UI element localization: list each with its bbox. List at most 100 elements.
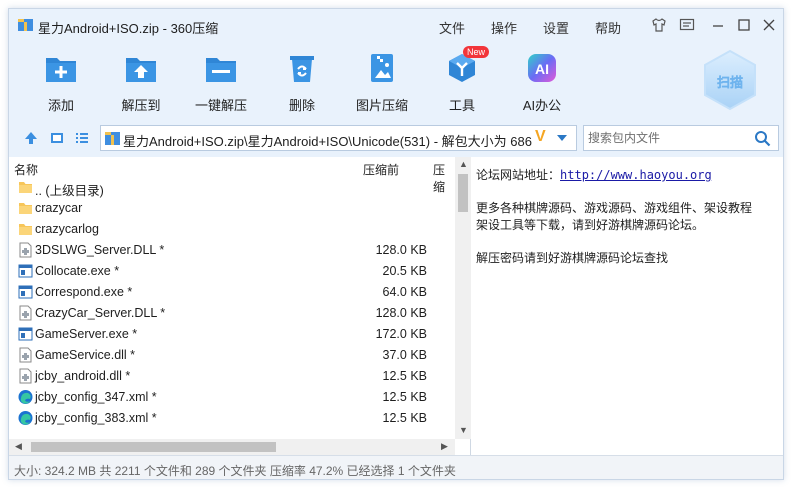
one-click-extract-label: 一键解压 bbox=[194, 98, 247, 113]
delete-icon bbox=[290, 56, 314, 82]
file-name: jcby_config_347.xml * bbox=[35, 390, 157, 404]
file-size: 12.5 KB bbox=[382, 390, 427, 404]
file-name: 3DSLWG_Server.DLL * bbox=[35, 243, 165, 257]
dll-file-icon bbox=[18, 368, 33, 384]
scroll-up-icon[interactable]: ▲ bbox=[459, 159, 468, 169]
delete-button[interactable]: 删除 bbox=[267, 47, 337, 113]
scan-button[interactable]: 扫描 bbox=[699, 47, 761, 117]
ai-office-label: AI办公 bbox=[522, 98, 562, 113]
extract-to-icon bbox=[126, 58, 156, 82]
add-icon bbox=[46, 58, 76, 82]
add-button[interactable]: 添加 bbox=[26, 47, 96, 113]
file-size: 128.0 KB bbox=[375, 243, 427, 257]
file-name: Correspond.exe * bbox=[35, 285, 133, 299]
horizontal-scroll-thumb[interactable] bbox=[31, 442, 276, 452]
file-name: Collocate.exe * bbox=[35, 264, 120, 278]
scroll-right-icon[interactable]: ▶ bbox=[441, 441, 448, 452]
new-badge: New bbox=[463, 46, 490, 58]
column-header: 名称 压缩前 压缩 bbox=[9, 157, 455, 194]
thumbnail-view-icon[interactable] bbox=[50, 131, 64, 145]
exe-file-icon bbox=[18, 263, 33, 279]
file-name: .. (上级目录) bbox=[35, 184, 104, 198]
add-label: 添加 bbox=[47, 98, 74, 113]
search-input[interactable] bbox=[588, 129, 748, 147]
file-name: GameServer.exe * bbox=[35, 327, 138, 341]
ai-office-button[interactable]: AI AI办公 bbox=[507, 47, 577, 113]
path-text: 星力Android+ISO.zip\星力Android+ISO\Unicode(… bbox=[123, 134, 532, 149]
dll-file-icon bbox=[18, 242, 33, 258]
vertical-scroll-thumb[interactable] bbox=[458, 174, 468, 212]
scroll-left-icon[interactable]: ◀ bbox=[15, 441, 22, 452]
search-box[interactable] bbox=[583, 125, 779, 151]
column-size[interactable]: 压缩前 bbox=[363, 161, 399, 178]
file-size: 37.0 KB bbox=[382, 348, 427, 362]
status-bar: 大小: 324.2 MB 共 2211 个文件和 289 个文件夹 压缩率 47… bbox=[9, 455, 783, 479]
file-row[interactable]: jcby_config_383.xml * 12.5 KB bbox=[9, 408, 455, 429]
exe-file-icon bbox=[18, 284, 33, 300]
file-name: jcby_config_383.xml * bbox=[35, 411, 157, 425]
file-row[interactable]: jcby_config_347.xml * 12.5 KB bbox=[9, 387, 455, 408]
message-icon[interactable] bbox=[679, 17, 695, 33]
file-size: 64.0 KB bbox=[382, 285, 427, 299]
comment-line-password: 解压密码请到好游棋牌源码论坛查找 bbox=[476, 251, 669, 265]
file-row[interactable]: crazycarlog bbox=[9, 219, 455, 240]
path-field[interactable]: 星力Android+ISO.zip\星力Android+ISO\Unicode(… bbox=[100, 125, 577, 151]
zip-archive-icon bbox=[18, 19, 33, 31]
file-row[interactable]: GameService.dll * 37.0 KB bbox=[9, 345, 455, 366]
file-row[interactable]: .. (上级目录) bbox=[9, 177, 455, 198]
scroll-down-icon[interactable]: ▼ bbox=[459, 425, 468, 435]
toolbar: 添加 解压到 一键解压 删除 图片压缩 New 工具 AI AI办公 扫描 bbox=[9, 41, 783, 121]
maximize-icon[interactable] bbox=[736, 17, 752, 33]
scan-label: 扫描 bbox=[717, 75, 743, 91]
comment-line-tools: 架设工具等下载，请到好游棋牌源码论坛。 bbox=[476, 218, 705, 232]
comment-line-site: 论坛网站地址：http://www.haoyou.org bbox=[476, 166, 712, 183]
column-name[interactable]: 名称 bbox=[14, 161, 38, 178]
file-size: 12.5 KB bbox=[382, 411, 427, 425]
file-size: 12.5 KB bbox=[382, 369, 427, 383]
address-bar: 星力Android+ISO.zip\星力Android+ISO\Unicode(… bbox=[9, 121, 783, 157]
folder-icon bbox=[18, 179, 33, 195]
menu-file[interactable]: 文件 bbox=[439, 18, 465, 37]
file-list-pane: 名称 压缩前 压缩 .. (上级目录) crazycar crazycarlog 3D… bbox=[9, 157, 471, 455]
xml-file-icon bbox=[18, 410, 33, 426]
minimize-icon[interactable] bbox=[710, 17, 726, 33]
file-row[interactable]: Collocate.exe * 20.5 KB bbox=[9, 261, 455, 282]
file-name: crazycarlog bbox=[35, 222, 99, 236]
menu-help[interactable]: 帮助 bbox=[595, 18, 621, 37]
path-dropdown-icon[interactable] bbox=[557, 135, 567, 141]
extract-to-button[interactable]: 解压到 bbox=[106, 47, 176, 113]
file-row[interactable]: GameServer.exe * 172.0 KB bbox=[9, 324, 455, 345]
file-size: 128.0 KB bbox=[375, 306, 427, 320]
one-click-extract-button[interactable]: 一键解压 bbox=[186, 47, 256, 113]
file-row[interactable]: crazycar bbox=[9, 198, 455, 219]
close-icon[interactable] bbox=[761, 17, 777, 33]
one-click-extract-icon bbox=[206, 58, 236, 82]
app-window: 星力Android+ISO.zip - 360压缩 文件 操作 设置 帮助 添加… bbox=[8, 8, 784, 480]
file-row[interactable]: CrazyCar_Server.DLL * 128.0 KB bbox=[9, 303, 455, 324]
window-title: 星力Android+ISO.zip - 360压缩 bbox=[38, 21, 219, 36]
search-icon[interactable] bbox=[754, 130, 771, 147]
up-arrow-icon[interactable] bbox=[24, 131, 38, 145]
ai-office-icon: AI bbox=[528, 54, 556, 82]
title-bar: 星力Android+ISO.zip - 360压缩 文件 操作 设置 帮助 bbox=[9, 9, 783, 41]
exe-file-icon bbox=[18, 326, 33, 342]
file-name: GameService.dll * bbox=[35, 348, 136, 362]
image-compress-button[interactable]: 图片压缩 bbox=[347, 47, 417, 113]
file-row[interactable]: Correspond.exe * 64.0 KB bbox=[9, 282, 455, 303]
vip-icon[interactable]: V bbox=[535, 128, 546, 146]
file-row[interactable]: 3DSLWG_Server.DLL * 128.0 KB bbox=[9, 240, 455, 261]
skin-icon[interactable] bbox=[651, 17, 667, 33]
image-compress-icon bbox=[371, 54, 393, 82]
image-compress-label: 图片压缩 bbox=[355, 98, 408, 113]
forum-link[interactable]: http://www.haoyou.org bbox=[560, 168, 712, 182]
comment-line-more: 更多各种棋牌源码、游戏源码、游戏组件、架设教程 bbox=[476, 201, 753, 215]
tools-label: 工具 bbox=[448, 98, 475, 113]
vertical-scrollbar[interactable]: ▲ ▼ bbox=[455, 157, 471, 439]
list-view-icon[interactable] bbox=[75, 131, 89, 145]
menu-settings[interactable]: 设置 bbox=[543, 18, 569, 37]
menu-operation[interactable]: 操作 bbox=[491, 18, 517, 37]
file-row[interactable]: jcby_android.dll * 12.5 KB bbox=[9, 366, 455, 387]
tools-button[interactable]: New 工具 bbox=[427, 46, 497, 113]
folder-icon bbox=[18, 221, 33, 237]
horizontal-scrollbar[interactable]: ◀ ▶ bbox=[9, 439, 455, 455]
